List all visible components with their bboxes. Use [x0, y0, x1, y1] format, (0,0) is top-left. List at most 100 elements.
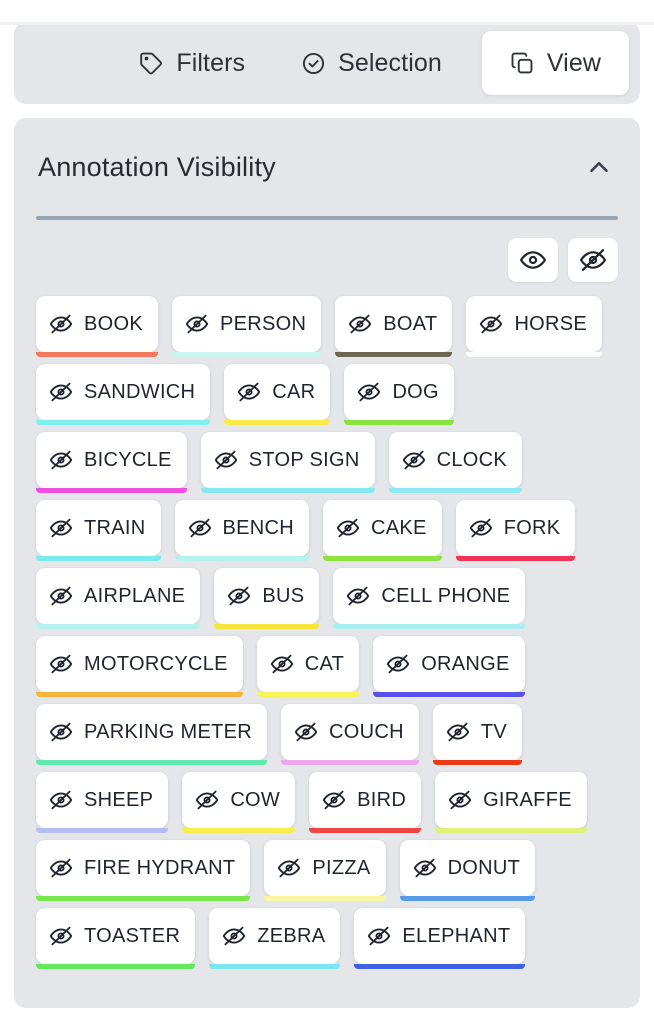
- eye-off-icon[interactable]: [386, 652, 410, 676]
- tab-view[interactable]: View: [481, 31, 629, 95]
- annotation-class-chip[interactable]: BUS: [214, 568, 320, 629]
- annotation-class-color-bar: [36, 420, 211, 425]
- eye-off-icon[interactable]: [49, 448, 73, 472]
- annotation-class-chip[interactable]: PERSON: [172, 296, 322, 357]
- eye-off-icon[interactable]: [49, 652, 73, 676]
- eye-off-icon[interactable]: [479, 312, 503, 336]
- annotation-class-chip[interactable]: TOASTER: [36, 908, 196, 969]
- annotation-class-chip[interactable]: SHEEP: [36, 772, 169, 833]
- eye-off-icon[interactable]: [402, 448, 426, 472]
- hide-all-button[interactable]: [568, 238, 618, 282]
- eye-off-icon[interactable]: [348, 312, 372, 336]
- annotation-class-chip[interactable]: FORK: [455, 500, 576, 561]
- annotation-class-label: STOP SIGN: [248, 448, 360, 471]
- eye-off-icon[interactable]: [49, 856, 73, 880]
- annotation-class-chip[interactable]: CAR: [224, 364, 331, 425]
- eye-off-icon[interactable]: [277, 856, 301, 880]
- annotation-class-chip[interactable]: COUCH: [281, 704, 419, 765]
- annotation-class-chip[interactable]: FIRE HYDRANT: [36, 840, 251, 901]
- annotation-class-chip[interactable]: STOP SIGN: [200, 432, 375, 493]
- annotation-class-chip[interactable]: BIRD: [309, 772, 422, 833]
- annotation-class-color-bar: [200, 488, 375, 493]
- annotation-class-chip[interactable]: BOOK: [36, 296, 158, 357]
- annotation-class-chip[interactable]: CAKE: [323, 500, 442, 561]
- annotation-class-chip[interactable]: BOAT: [335, 296, 453, 357]
- annotation-class-color-bar: [399, 896, 536, 901]
- eye-off-icon[interactable]: [49, 312, 73, 336]
- eye-off-icon[interactable]: [469, 516, 493, 540]
- tab-selection[interactable]: Selection: [273, 31, 470, 95]
- tag-icon: [139, 51, 164, 76]
- eye-off-icon[interactable]: [195, 788, 219, 812]
- annotation-class-label: PERSON: [220, 312, 307, 335]
- annotation-class-label: BENCH: [222, 516, 295, 539]
- annotation-class-color-bar: [466, 352, 603, 357]
- annotation-class-chip[interactable]: AIRPLANE: [36, 568, 201, 629]
- annotation-class-chip[interactable]: BENCH: [174, 500, 310, 561]
- annotation-class-color-bar: [224, 420, 331, 425]
- annotation-class-chip[interactable]: GIRAFFE: [435, 772, 587, 833]
- annotation-class-chip[interactable]: PIZZA: [264, 840, 386, 901]
- chevron-up-icon[interactable]: [584, 152, 614, 182]
- eye-off-icon[interactable]: [49, 380, 73, 404]
- eye-off-icon[interactable]: [448, 788, 472, 812]
- annotation-class-label: ORANGE: [421, 652, 510, 675]
- annotation-class-chip[interactable]: DONUT: [399, 840, 536, 901]
- show-all-button[interactable]: [508, 238, 558, 282]
- eye-off-icon[interactable]: [237, 380, 261, 404]
- eye-icon: [519, 246, 547, 274]
- eye-off-icon[interactable]: [188, 516, 212, 540]
- annotation-class-chip[interactable]: DOG: [344, 364, 454, 425]
- panel-header[interactable]: Annotation Visibility: [14, 118, 640, 216]
- annotation-class-color-bar: [333, 624, 526, 629]
- annotation-class-color-bar: [344, 420, 454, 425]
- annotation-class-label: BOOK: [84, 312, 143, 335]
- eye-off-icon[interactable]: [357, 380, 381, 404]
- annotation-class-chip[interactable]: ELEPHANT: [354, 908, 526, 969]
- annotation-class-chip[interactable]: SANDWICH: [36, 364, 211, 425]
- annotation-class-color-bar: [455, 556, 576, 561]
- eye-off-icon[interactable]: [336, 516, 360, 540]
- eye-off-icon[interactable]: [413, 856, 437, 880]
- tab-bar: Filters Selection View: [14, 22, 640, 104]
- annotation-class-color-bar: [388, 488, 522, 493]
- annotation-class-chip[interactable]: COW: [182, 772, 296, 833]
- eye-off-icon[interactable]: [49, 516, 73, 540]
- annotation-class-chip[interactable]: TRAIN: [36, 500, 161, 561]
- eye-off-icon[interactable]: [227, 584, 251, 608]
- eye-off-icon[interactable]: [222, 924, 246, 948]
- annotation-class-color-bar: [36, 760, 267, 765]
- annotation-class-color-bar: [373, 692, 525, 697]
- eye-off-icon[interactable]: [49, 720, 73, 744]
- annotation-class-chip[interactable]: TV: [432, 704, 523, 765]
- annotation-class-chip[interactable]: CELL PHONE: [333, 568, 526, 629]
- annotation-class-color-bar: [36, 896, 251, 901]
- annotation-class-label: COW: [230, 788, 281, 811]
- eye-off-icon[interactable]: [270, 652, 294, 676]
- eye-off-icon[interactable]: [346, 584, 370, 608]
- layers-copy-icon: [510, 51, 535, 76]
- annotation-class-label: PARKING METER: [84, 720, 252, 743]
- annotation-class-color-bar: [174, 556, 310, 561]
- eye-off-icon[interactable]: [185, 312, 209, 336]
- eye-off-icon[interactable]: [214, 448, 238, 472]
- annotation-class-chip[interactable]: ZEBRA: [209, 908, 341, 969]
- check-circle-icon: [301, 51, 326, 76]
- eye-off-icon[interactable]: [367, 924, 391, 948]
- annotation-class-label: CAR: [272, 380, 316, 403]
- eye-off-icon[interactable]: [49, 584, 73, 608]
- annotation-class-chip[interactable]: BICYCLE: [36, 432, 187, 493]
- annotation-class-label: DOG: [392, 380, 439, 403]
- annotation-class-chip[interactable]: HORSE: [466, 296, 603, 357]
- eye-off-icon[interactable]: [294, 720, 318, 744]
- eye-off-icon[interactable]: [49, 924, 73, 948]
- tab-filters[interactable]: Filters: [111, 31, 273, 95]
- annotation-class-chip[interactable]: CAT: [256, 636, 360, 697]
- eye-off-icon[interactable]: [446, 720, 470, 744]
- eye-off-icon[interactable]: [322, 788, 346, 812]
- eye-off-icon[interactable]: [49, 788, 73, 812]
- annotation-class-chip[interactable]: PARKING METER: [36, 704, 267, 765]
- annotation-class-chip[interactable]: ORANGE: [373, 636, 525, 697]
- annotation-class-chip[interactable]: CLOCK: [388, 432, 522, 493]
- annotation-class-chip[interactable]: MOTORCYCLE: [36, 636, 243, 697]
